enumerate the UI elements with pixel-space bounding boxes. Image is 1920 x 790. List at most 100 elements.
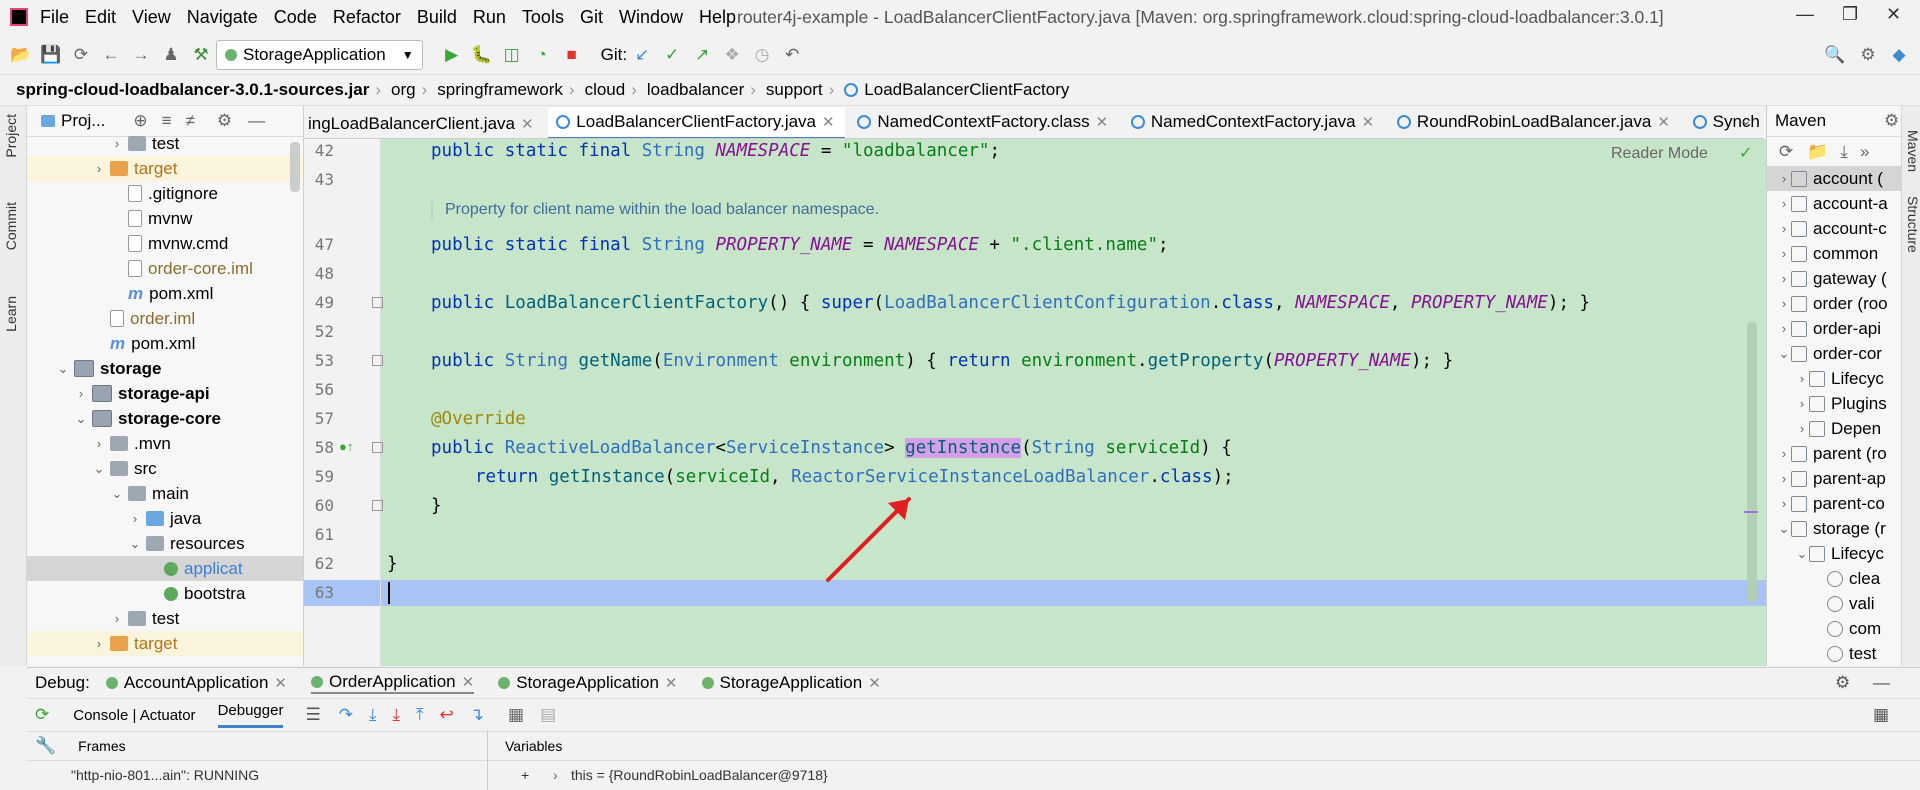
menu-refactor[interactable]: Refactor bbox=[333, 7, 401, 28]
panel-divider[interactable] bbox=[487, 730, 488, 790]
session-tab-storage-2[interactable]: StorageApplication ✕ bbox=[701, 673, 881, 693]
menu-git[interactable]: Git bbox=[580, 7, 603, 28]
step-over-icon[interactable]: ↷ bbox=[339, 705, 353, 725]
expand-chevron-icon[interactable]: › bbox=[1777, 246, 1791, 261]
coverage-icon[interactable]: ◫ bbox=[497, 40, 527, 70]
project-settings-icon[interactable]: ⚙ bbox=[217, 111, 232, 131]
expand-chevron-icon[interactable]: ⌄ bbox=[92, 461, 106, 477]
project-tree-row[interactable]: order.iml bbox=[27, 306, 303, 331]
rerun-icon[interactable]: ⟳ bbox=[35, 705, 49, 725]
run-config-select[interactable]: StorageApplication ▼ bbox=[216, 40, 423, 70]
git-push-icon[interactable]: ↗ bbox=[687, 40, 717, 70]
editor-scrollbar[interactable] bbox=[1747, 322, 1757, 602]
trace-icon[interactable]: ▤ bbox=[540, 705, 556, 725]
download-icon[interactable]: ⤓ bbox=[1840, 142, 1848, 162]
project-tree-row[interactable]: m pom.xml bbox=[27, 331, 303, 356]
project-tree-row[interactable]: ⌄ storage-core bbox=[27, 406, 303, 431]
reload-icon[interactable]: ⟳ bbox=[1779, 142, 1793, 162]
expand-chevron-icon[interactable]: ⌄ bbox=[1795, 546, 1809, 562]
maven-settings-icon[interactable]: ⚙ bbox=[1884, 111, 1899, 131]
project-tree-row[interactable]: ⌄ resources bbox=[27, 531, 303, 556]
menu-run[interactable]: Run bbox=[473, 7, 506, 28]
collapse-all-icon[interactable]: ≠ bbox=[186, 111, 195, 131]
jetbrains-toolbox-icon[interactable]: ◆ bbox=[1884, 40, 1914, 70]
maven-tree-row[interactable]: › Depen bbox=[1795, 416, 1881, 441]
menu-window[interactable]: Window bbox=[619, 7, 683, 28]
close-tab-icon[interactable]: ✕ bbox=[274, 674, 287, 692]
maven-tree-row[interactable]: › parent-ap bbox=[1777, 466, 1886, 491]
tab-loadbalancer-client[interactable]: ingLoadBalancerClient.java ✕ bbox=[304, 108, 544, 138]
override-gutter-icon[interactable]: ●↑ bbox=[339, 439, 353, 454]
drop-frame-icon[interactable]: ↩ bbox=[440, 705, 454, 725]
breadcrumb-org[interactable]: org bbox=[391, 80, 416, 100]
project-tree-row[interactable]: mvnw.cmd bbox=[27, 231, 303, 256]
maven-tree-row[interactable]: clea bbox=[1813, 566, 1880, 591]
project-tree-row[interactable]: › .mvn bbox=[27, 431, 303, 456]
threads-menu-icon[interactable]: ☰ bbox=[305, 705, 320, 725]
expand-all-icon[interactable]: ≡ bbox=[162, 111, 172, 131]
close-tab-icon[interactable]: ✕ bbox=[1657, 113, 1670, 131]
breadcrumb-class[interactable]: LoadBalancerClientFactory bbox=[864, 80, 1069, 100]
structure-tool-tab[interactable]: Structure bbox=[1905, 196, 1920, 253]
maven-tree-row[interactable]: › parent-co bbox=[1777, 491, 1885, 516]
maven-tree-row[interactable]: vali bbox=[1813, 591, 1875, 616]
maven-tree-row[interactable]: › gateway ( bbox=[1777, 266, 1887, 291]
close-tab-icon[interactable]: ✕ bbox=[822, 113, 835, 131]
close-tab-icon[interactable]: ✕ bbox=[462, 673, 475, 691]
rollback-icon[interactable]: ↶ bbox=[777, 40, 807, 70]
git-commit-icon[interactable]: ✓ bbox=[657, 40, 687, 70]
project-tree-row[interactable]: › java bbox=[27, 506, 303, 531]
evaluate-icon[interactable]: ▦ bbox=[508, 705, 524, 725]
project-tree-row[interactable]: mvnw bbox=[27, 206, 303, 231]
project-tool-tab[interactable]: Project bbox=[3, 114, 19, 158]
project-tree-row[interactable]: › storage-api bbox=[27, 381, 303, 406]
close-window-icon[interactable]: ✕ bbox=[1886, 4, 1901, 25]
maven-tree-row[interactable]: com bbox=[1813, 616, 1881, 641]
close-tab-icon[interactable]: ✕ bbox=[521, 115, 534, 133]
hide-panel-icon[interactable]: — bbox=[248, 111, 265, 131]
breadcrumb-support[interactable]: support bbox=[766, 80, 823, 100]
wrench-icon[interactable]: 🔧 bbox=[35, 736, 56, 756]
project-title[interactable]: Proj... bbox=[61, 111, 105, 131]
menu-navigate[interactable]: Navigate bbox=[187, 7, 258, 28]
learn-tool-tab[interactable]: Learn bbox=[3, 296, 19, 332]
git-update-icon[interactable]: ↙ bbox=[627, 40, 657, 70]
menu-edit[interactable]: Edit bbox=[85, 7, 116, 28]
thread-select[interactable]: "http-nio-801...ain": RUNNING bbox=[71, 767, 259, 783]
project-tree-row[interactable]: › test bbox=[27, 606, 303, 631]
expand-chevron-icon[interactable]: ⌄ bbox=[110, 486, 124, 502]
menu-file[interactable]: File bbox=[40, 7, 69, 28]
close-tab-icon[interactable]: ✕ bbox=[1362, 113, 1375, 131]
maven-tree-row[interactable]: › account ( bbox=[1767, 166, 1901, 191]
save-icon[interactable]: 💾 bbox=[36, 40, 66, 70]
menu-help[interactable]: Help bbox=[699, 7, 736, 28]
user-icon[interactable]: ♟ bbox=[156, 40, 186, 70]
step-out-icon[interactable]: ⤒ bbox=[416, 705, 424, 725]
expand-chevron-icon[interactable]: › bbox=[1795, 421, 1809, 436]
close-tab-icon[interactable]: ✕ bbox=[1096, 113, 1109, 131]
build-hammer-icon[interactable]: ⚒ bbox=[186, 40, 216, 70]
close-tab-icon[interactable]: ✕ bbox=[665, 674, 678, 692]
layout-icon[interactable]: ▦ bbox=[1873, 705, 1889, 725]
history-icon[interactable]: ◷ bbox=[747, 40, 777, 70]
maven-tree-row[interactable]: › common bbox=[1777, 241, 1878, 266]
project-tree-row[interactable]: › target bbox=[27, 631, 303, 656]
back-icon[interactable]: ← bbox=[96, 40, 126, 70]
tab-round-robin-load-balancer[interactable]: RoundRobinLoadBalancer.java ✕ bbox=[1389, 106, 1680, 138]
git-branch-icon[interactable]: ❖ bbox=[717, 40, 747, 70]
menu-view[interactable]: View bbox=[132, 7, 171, 28]
maven-tree-row[interactable]: › parent (ro bbox=[1777, 441, 1887, 466]
project-tree-row[interactable]: ⌄ src bbox=[27, 456, 303, 481]
stop-icon[interactable]: ■ bbox=[557, 40, 587, 70]
tab-synch[interactable]: Synch bbox=[1685, 106, 1764, 138]
variable-this[interactable]: this = {RoundRobinLoadBalancer@9718} bbox=[571, 767, 828, 783]
expand-chevron-icon[interactable]: › bbox=[1777, 171, 1791, 186]
expand-chevron-icon[interactable]: › bbox=[92, 636, 106, 651]
expand-chevron-icon[interactable]: › bbox=[1795, 371, 1809, 386]
commit-tool-tab[interactable]: Commit bbox=[3, 202, 19, 250]
project-tree-row[interactable]: applicat bbox=[27, 556, 303, 581]
run-to-cursor-icon[interactable]: ↴ bbox=[470, 705, 484, 725]
expand-chevron-icon[interactable]: › bbox=[1777, 221, 1791, 236]
expand-chevron-icon[interactable]: › bbox=[1777, 446, 1791, 461]
tab-list-chevron-icon[interactable]: ⌄ bbox=[1740, 112, 1752, 129]
